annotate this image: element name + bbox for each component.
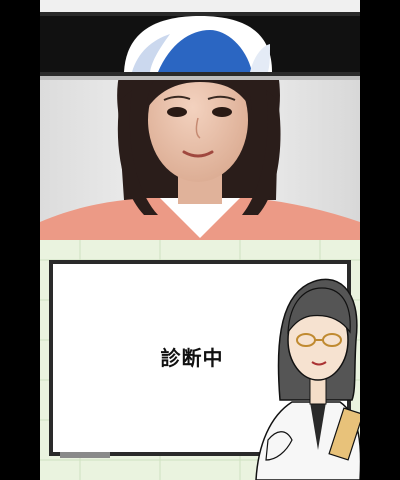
top-screen <box>40 0 360 240</box>
teacher-character <box>255 278 360 480</box>
scan-band-icon <box>40 0 360 80</box>
bottom-screen: 診断中 <box>40 240 360 480</box>
